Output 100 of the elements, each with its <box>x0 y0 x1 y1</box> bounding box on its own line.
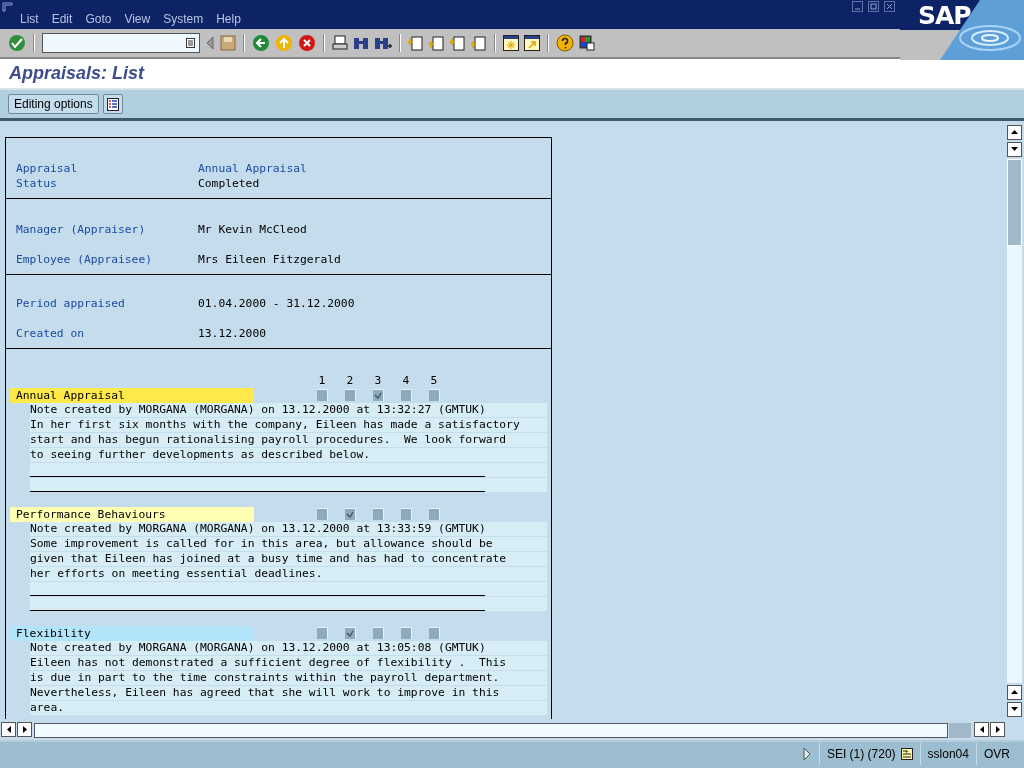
rating-checkbox[interactable] <box>400 508 412 521</box>
rating-checkbox[interactable] <box>428 508 440 521</box>
triangle-left-icon <box>6 726 11 734</box>
triangle-up-icon <box>1011 690 1018 695</box>
entry-line[interactable] <box>30 608 485 611</box>
field-value: Mr Kevin McCleod <box>198 221 307 237</box>
history-icon[interactable] <box>186 38 195 49</box>
shortcut-icon[interactable] <box>524 35 540 52</box>
scale-number: 1 <box>317 372 327 388</box>
cancel-icon[interactable] <box>298 34 316 53</box>
criterion-label: Performance Behaviours <box>10 506 254 522</box>
criterion-label: Annual Appraisal <box>10 387 254 403</box>
enter-icon[interactable] <box>8 34 26 53</box>
note-text: Eileen has not demonstrated a sufficient degree of flexibility . This <box>30 655 507 669</box>
scroll-left-button[interactable] <box>974 722 989 738</box>
rating-checkbox[interactable] <box>316 627 328 640</box>
menu-item[interactable]: Help <box>216 12 241 27</box>
entry-line[interactable] <box>30 593 485 596</box>
scale-number: 2 <box>345 372 355 388</box>
horizontal-scrollbar[interactable] <box>34 723 948 739</box>
insert-mode: OVR <box>976 743 1017 766</box>
logo-text: SAP <box>918 1 971 30</box>
note-header: Note created by MORGANA (MORGANA) on 13.12.2000 at 13:05:08 (GMTUK) <box>30 640 486 654</box>
triangle-up-icon <box>1011 130 1018 135</box>
checklist-icon <box>106 97 119 111</box>
field-label: Manager (Appraiser) <box>16 221 147 237</box>
scroll-thumb[interactable] <box>1007 158 1022 246</box>
menu-item[interactable]: System <box>163 12 204 27</box>
scroll-down-button[interactable] <box>1007 141 1022 157</box>
print-icon[interactable] <box>332 35 348 52</box>
rating-checkbox[interactable] <box>344 627 356 640</box>
field-value: Annual Appraisal <box>198 160 307 176</box>
note-header: Note created by MORGANA (MORGANA) on 13.12.2000 at 13:32:27 (GMTUK) <box>30 402 486 416</box>
scroll-up-button[interactable] <box>1007 684 1022 700</box>
rating-checkbox[interactable] <box>372 508 384 521</box>
command-field[interactable] <box>42 33 200 54</box>
note-text: is due in part to the time constraints within the payroll department. <box>30 670 500 684</box>
scroll-right-button[interactable] <box>990 722 1005 738</box>
session-text: SEI (1) (720) <box>826 747 896 762</box>
note-header: Note created by MORGANA (MORGANA) on 13.12.2000 at 13:33:59 (GMTUK) <box>30 521 486 535</box>
note-text: In her first six months with the company, Eileen has made a satisfactory <box>30 417 520 431</box>
session-list-icon[interactable] <box>900 748 913 761</box>
rating-checkbox[interactable] <box>400 627 412 640</box>
note-text: Nevertheless, Eileen has agreed that she will work to improve in this <box>30 685 500 699</box>
rating-checkbox[interactable] <box>372 389 384 402</box>
note-text: area. <box>30 700 64 714</box>
rating-checkbox[interactable] <box>316 508 328 521</box>
menu-item[interactable]: Goto <box>85 12 112 27</box>
note-text: her efforts on meeting essential deadlines. <box>30 566 323 580</box>
restore-icon[interactable] <box>868 1 879 12</box>
rating-checkbox[interactable] <box>316 389 328 402</box>
note-text: start and has begun rationalising payroll procedures. We look forward <box>30 432 507 446</box>
scroll-left-button[interactable] <box>1 722 16 738</box>
criterion-label: Flexibility <box>10 625 254 641</box>
list-settings-button[interactable] <box>102 94 123 115</box>
entry-line[interactable] <box>30 474 485 477</box>
scroll-up-button[interactable] <box>1007 124 1022 140</box>
triangle-down-icon <box>1011 147 1018 152</box>
field-label: Created on <box>16 325 85 341</box>
menu-item[interactable]: Edit <box>51 12 73 27</box>
note-text: to seeing further developments as described below. <box>30 447 371 461</box>
window-icon[interactable] <box>2 2 14 12</box>
scale-number: 3 <box>373 372 383 388</box>
field-label: Period appraised <box>16 295 126 311</box>
new-window-icon[interactable] <box>503 35 519 52</box>
close-icon[interactable] <box>884 1 895 12</box>
scale-number: 4 <box>401 372 411 388</box>
triangle-left-icon[interactable] <box>205 36 215 51</box>
entry-line[interactable] <box>30 489 485 492</box>
server-name: sslon04 <box>919 743 976 766</box>
screen-title: Appraisals: List <box>9 63 145 85</box>
rating-checkbox[interactable] <box>428 389 440 402</box>
rating-checkbox[interactable] <box>428 627 440 640</box>
binoculars-icon[interactable] <box>353 35 369 52</box>
scroll-thumb[interactable] <box>949 723 971 739</box>
back-icon[interactable] <box>252 34 270 53</box>
rating-checkbox[interactable] <box>344 389 356 402</box>
note-text: Some improvement is called for in this area, but allowance should be <box>30 536 493 550</box>
rating-checkbox[interactable] <box>400 389 412 402</box>
scroll-right-button[interactable] <box>17 722 32 738</box>
triangle-right-icon <box>22 726 27 734</box>
rating-checkbox[interactable] <box>344 508 356 521</box>
field-value: 13.12.2000 <box>198 325 266 341</box>
field-label: Employee (Appraisee) <box>16 251 154 267</box>
editing-options-button[interactable]: Editing options <box>8 94 99 115</box>
field-label: Appraisal <box>16 160 79 176</box>
field-label: Status <box>16 175 58 191</box>
field-value: 01.04.2000 - 31.12.2000 <box>198 295 355 311</box>
triangle-down-icon <box>1011 707 1018 712</box>
layout-icon[interactable] <box>579 35 595 52</box>
triangle-left-icon <box>979 726 984 734</box>
rating-checkbox[interactable] <box>372 627 384 640</box>
menu-item[interactable]: View <box>124 12 151 27</box>
help-icon[interactable] <box>556 34 574 53</box>
scale-number: 5 <box>429 372 439 388</box>
menu-item[interactable]: List <box>20 12 39 27</box>
minimize-icon[interactable] <box>852 1 863 12</box>
scroll-down-button[interactable] <box>1007 701 1022 717</box>
triangle-right-icon[interactable] <box>802 747 811 762</box>
field-value: Mrs Eileen Fitzgerald <box>198 251 341 267</box>
